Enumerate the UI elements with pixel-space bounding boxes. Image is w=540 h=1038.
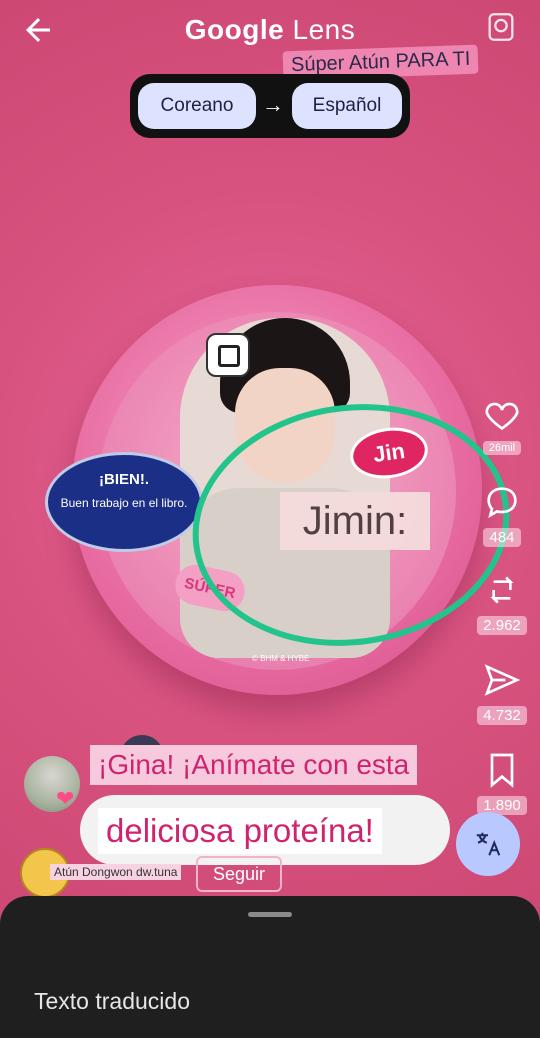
follow-button[interactable]: Seguir bbox=[196, 856, 282, 892]
translate-button[interactable] bbox=[456, 812, 520, 876]
translate-icon bbox=[476, 832, 501, 856]
share-action[interactable]: 4.732 bbox=[474, 660, 530, 725]
target-language-button[interactable]: Español bbox=[292, 83, 402, 129]
repost-action[interactable]: 2.962 bbox=[474, 570, 530, 635]
sheet-title: Texto traducido bbox=[34, 988, 190, 1014]
copyright-text: © BHM & HYBE bbox=[252, 654, 310, 663]
source-language-button[interactable]: Coreano bbox=[138, 83, 256, 129]
translated-text-sheet[interactable]: Texto traducido bbox=[0, 896, 540, 1038]
app-title: Google Lens bbox=[0, 14, 540, 46]
comment-action[interactable]: 484 bbox=[474, 482, 530, 547]
caption-line-1[interactable]: ¡Gina! ¡Anímate con esta bbox=[90, 745, 418, 785]
caption-line-2[interactable]: deliciosa proteína! bbox=[98, 808, 382, 854]
bookmark-icon bbox=[482, 750, 522, 790]
app-title-sub: Lens bbox=[292, 14, 356, 45]
repost-icon bbox=[482, 570, 522, 610]
bien-subtitle: Buen trabajo en el libro. bbox=[60, 496, 188, 510]
heart-icon bbox=[482, 395, 522, 435]
square-sticker-icon bbox=[206, 333, 250, 377]
repost-count: 2.962 bbox=[477, 616, 527, 635]
bien-title: ¡BIEN!. bbox=[99, 471, 149, 488]
language-arrow-icon: → bbox=[262, 92, 284, 117]
heart-badge-icon: ❤ bbox=[56, 786, 75, 811]
save-action[interactable]: 1.890 bbox=[474, 750, 530, 815]
share-count: 4.732 bbox=[477, 706, 527, 725]
language-selector: Coreano → Español bbox=[130, 74, 410, 138]
bien-sticker: ¡BIEN!. Buen trabajo en el libro. bbox=[45, 452, 203, 552]
account-name[interactable]: Atún Dongwon dw.tuna bbox=[50, 864, 182, 880]
comment-icon bbox=[482, 482, 522, 522]
comment-count: 484 bbox=[483, 528, 521, 547]
like-count: 26mil bbox=[482, 441, 522, 455]
like-action[interactable]: 26mil bbox=[474, 395, 530, 456]
sheet-drag-handle[interactable] bbox=[248, 912, 292, 917]
send-icon bbox=[482, 660, 522, 700]
image-search-icon[interactable] bbox=[484, 10, 518, 44]
app-title-main: Google bbox=[184, 14, 285, 45]
